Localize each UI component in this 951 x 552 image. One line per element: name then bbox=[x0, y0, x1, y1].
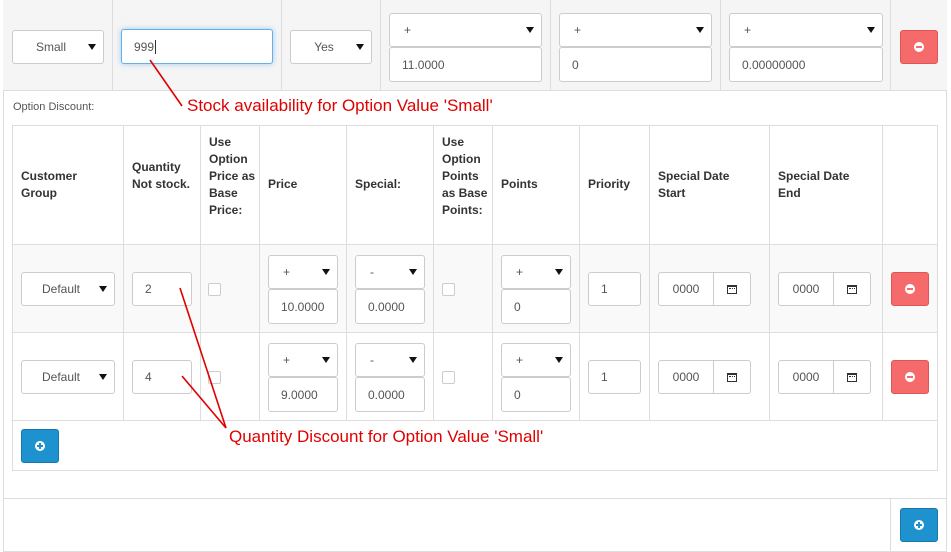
stock-annotation-line bbox=[149, 59, 183, 107]
discount-annotation-line bbox=[181, 375, 227, 429]
annotation-arrows bbox=[149, 59, 227, 429]
discount-annotation-line bbox=[179, 287, 227, 429]
stock-annotation: Stock availability for Option Value 'Sma… bbox=[187, 96, 493, 115]
discount-annotation: Quantity Discount for Option Value 'Smal… bbox=[229, 427, 544, 446]
